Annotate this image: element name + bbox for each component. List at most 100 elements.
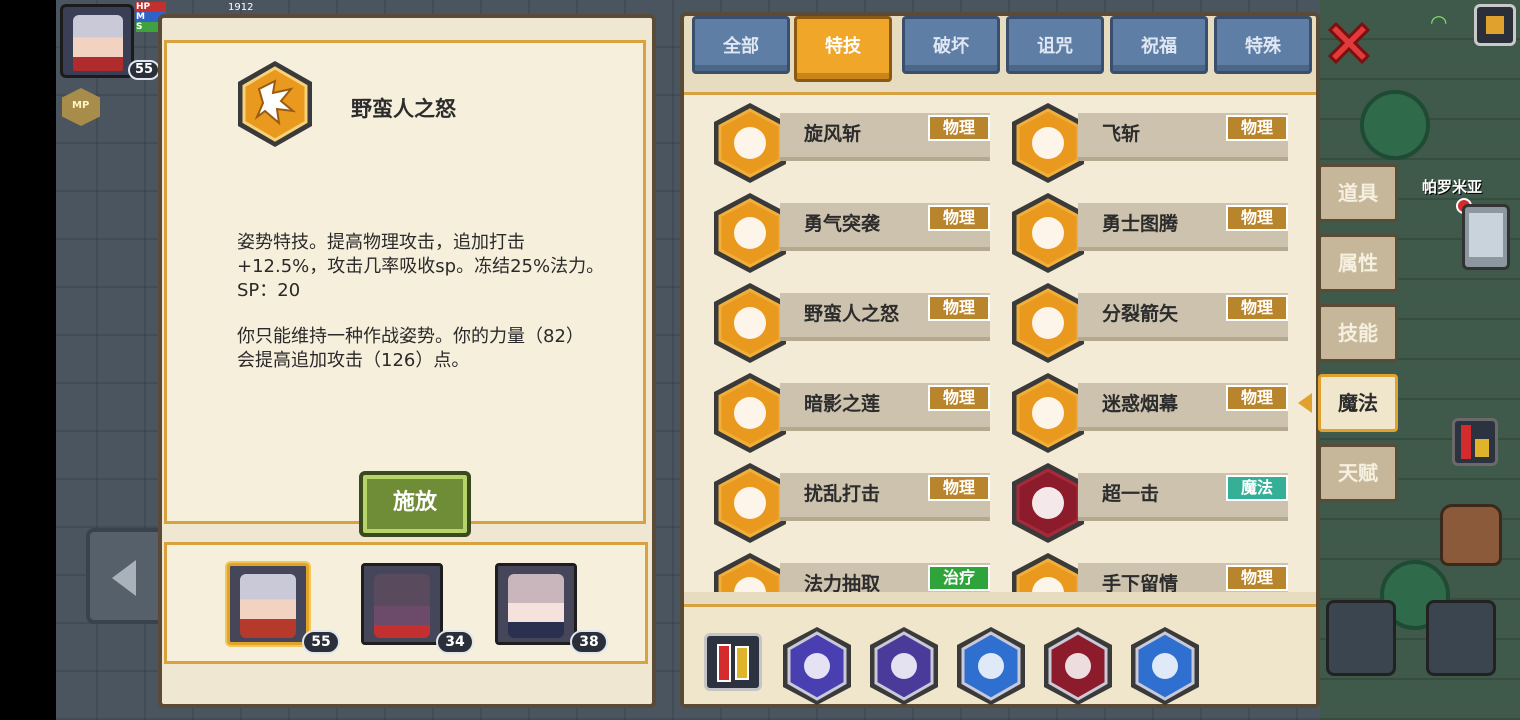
minimap-icon[interactable] xyxy=(1474,4,1516,46)
party-avatar xyxy=(374,574,430,638)
skill-title: 野蛮人之怒 xyxy=(351,97,456,121)
side-menu-attributes[interactable]: 属性 xyxy=(1318,234,1398,292)
dpad-left-button[interactable] xyxy=(86,528,166,624)
skill-list: 旋风斩 物理 飞斩 物理 勇气突袭 物理 勇士图腾 物理 野蛮人之怒 物理 分裂箭矢 物理 暗影之莲 物理… xyxy=(684,92,1316,592)
skill-type-tag: 治疗 xyxy=(928,565,990,591)
desc-line: 会提高追加攻击（126）点。 xyxy=(237,350,470,371)
party-avatar xyxy=(240,574,296,638)
skill-item[interactable]: 迷惑烟幕 物理 xyxy=(1008,371,1298,453)
desc-line: 你只能维持一种作战姿势。你的力量（82） xyxy=(237,326,584,347)
backpack-icon[interactable] xyxy=(1440,504,1502,566)
skill-type-tag: 物理 xyxy=(928,385,990,411)
skill-type-tag: 物理 xyxy=(1226,205,1288,231)
skill-description: 姿势特技。提高物理攻击，追加打击 +12.5%，攻击几率吸收sp。冻结25%法力… xyxy=(237,231,637,395)
desc-line: +12.5%，攻击几率吸收sp。冻结25%法力。 xyxy=(237,256,605,277)
barbarian-rage-icon xyxy=(238,61,312,147)
tab-destruction[interactable]: 破坏 xyxy=(902,16,1000,74)
tab-blessing[interactable]: 祝福 xyxy=(1110,16,1208,74)
skill-name: 勇气突袭 xyxy=(804,213,881,235)
skill-name: 旋风斩 xyxy=(804,123,862,145)
super-strike-icon xyxy=(1012,463,1084,543)
screen-left-edge xyxy=(0,0,56,720)
tab-special-skills[interactable]: 特技 xyxy=(794,16,892,82)
tab-curse[interactable]: 诅咒 xyxy=(1006,16,1104,74)
skill-name: 超一击 xyxy=(1102,483,1160,505)
party-avatar xyxy=(508,574,564,638)
desc-line: 姿势特技。提高物理攻击，追加打击 xyxy=(237,232,525,253)
split-arrow-icon xyxy=(1012,283,1084,363)
open-hand-icon xyxy=(1012,553,1084,592)
eye-icon[interactable] xyxy=(867,625,941,707)
skill-type-tag: 物理 xyxy=(928,475,990,501)
skill-item[interactable]: 扰乱打击 物理 xyxy=(710,461,1000,543)
skill-item[interactable]: 飞斩 物理 xyxy=(1008,101,1298,183)
tab-special[interactable]: 特殊 xyxy=(1214,16,1312,74)
skill-item[interactable]: 法力抽取 治疗 xyxy=(710,551,1000,592)
totem-icon xyxy=(1012,193,1084,273)
skill-name: 暗影之莲 xyxy=(804,393,881,415)
tree-sprite xyxy=(1360,90,1430,160)
skill-type-tag: 物理 xyxy=(928,115,990,141)
skill-item[interactable]: 野蛮人之怒 物理 xyxy=(710,281,1000,363)
crescent-slash-icon xyxy=(714,193,786,273)
skill-type-tag: 物理 xyxy=(928,295,990,321)
side-menu-talents[interactable]: 天赋 xyxy=(1318,444,1398,502)
skill-type-tag: 物理 xyxy=(928,205,990,231)
flying-blade-icon xyxy=(1012,103,1084,183)
skill-item[interactable]: 超一击 魔法 xyxy=(1008,461,1298,543)
skill-detail-panel: 野蛮人之怒 姿势特技。提高物理攻击，追加打击 +12.5%，攻击几率吸收sp。冻… xyxy=(158,14,656,708)
arcane-flame-icon[interactable] xyxy=(780,625,854,707)
magic-school-bar xyxy=(684,604,1316,707)
skill-name: 迷惑烟幕 xyxy=(1102,393,1179,415)
skill-type-tag: 魔法 xyxy=(1226,475,1288,501)
skill-item[interactable]: 旋风斩 物理 xyxy=(710,101,1000,183)
skill-name: 法力抽取 xyxy=(804,573,881,592)
flame-lotus-icon xyxy=(714,373,786,453)
tab-all[interactable]: 全部 xyxy=(692,16,790,74)
skills-panel: 全部 特技 破坏 诅咒 祝福 特殊 旋风斩 物理 飞斩 物理 勇气突袭 物理 勇士图腾 物理野… xyxy=(680,12,1320,708)
mana-drain-icon xyxy=(714,553,786,592)
cast-button[interactable]: 施放 xyxy=(359,471,471,537)
water-drop-icon[interactable] xyxy=(954,625,1028,707)
skill-item[interactable]: 勇气突袭 物理 xyxy=(710,191,1000,273)
page-switch-button[interactable] xyxy=(704,633,762,691)
skill-detail-card: 野蛮人之怒 姿势特技。提高物理攻击，追加打击 +12.5%，攻击几率吸收sp。冻… xyxy=(164,40,646,537)
skill-item[interactable]: 暗影之莲 物理 xyxy=(710,371,1000,453)
party-level-badge: 55 xyxy=(302,630,340,654)
skill-name: 飞斩 xyxy=(1102,123,1141,145)
party-level-badge: 34 xyxy=(436,630,474,654)
side-menu-skills[interactable]: 技能 xyxy=(1318,304,1398,362)
sword-slot-icon[interactable] xyxy=(1326,600,1396,676)
skill-type-tag: 物理 xyxy=(1226,115,1288,141)
hp-bar: HP xyxy=(136,2,166,12)
side-menu-magic[interactable]: 魔法 xyxy=(1318,374,1398,432)
party-member-3[interactable]: 38 xyxy=(495,563,608,654)
vortex-icon[interactable] xyxy=(1041,625,1115,707)
skill-type-tag: 物理 xyxy=(1226,295,1288,321)
skill-item[interactable]: 勇士图腾 物理 xyxy=(1008,191,1298,273)
party-selector: 55 34 38 xyxy=(164,542,648,664)
mp-coin-label: MP xyxy=(72,100,90,111)
quickslot-switch-icon[interactable] xyxy=(1452,418,1498,466)
skill-item[interactable]: 手下留情 物理 xyxy=(1008,551,1298,592)
skill-name: 手下留情 xyxy=(1102,573,1179,592)
side-menu-items[interactable]: 道具 xyxy=(1318,164,1398,222)
skill-name: 扰乱打击 xyxy=(804,483,881,505)
location-label: 帕罗米亚 xyxy=(1422,178,1483,196)
skill-type-tag: 物理 xyxy=(1226,385,1288,411)
party-member-1[interactable]: 55 xyxy=(227,563,340,654)
ice-spear-icon[interactable] xyxy=(1128,625,1202,707)
skill-type-tag: 物理 xyxy=(1226,565,1288,591)
pinwheel-icon xyxy=(714,103,786,183)
skill-name: 勇士图腾 xyxy=(1102,213,1179,235)
player-portrait[interactable] xyxy=(60,4,134,78)
phone-icon[interactable] xyxy=(1462,204,1510,270)
bow-slot-icon[interactable] xyxy=(1426,600,1496,676)
desc-line: SP：20 xyxy=(237,280,301,301)
party-level-badge: 38 xyxy=(570,630,608,654)
dagger-strike-icon xyxy=(714,463,786,543)
close-icon[interactable] xyxy=(1324,18,1374,68)
skill-item[interactable]: 分裂箭矢 物理 xyxy=(1008,281,1298,363)
party-member-2[interactable]: 34 xyxy=(361,563,474,654)
smoke-cloud-icon xyxy=(1012,373,1084,453)
